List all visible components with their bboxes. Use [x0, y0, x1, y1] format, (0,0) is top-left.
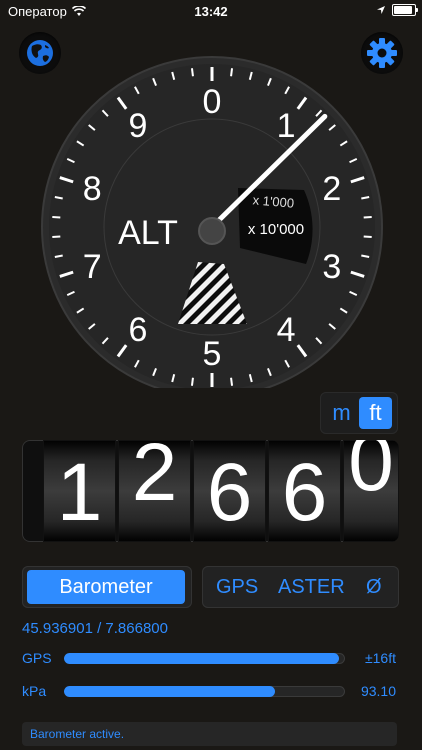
minor-tick [363, 215, 372, 219]
digit-drum-4: 6 [268, 440, 341, 542]
minor-tick [190, 68, 194, 77]
dial-number-6: 6 [128, 311, 147, 349]
minor-tick [52, 235, 61, 239]
gps-label: GPS [22, 650, 52, 666]
coordinates-text: 45.936901 / 7.866800 [22, 620, 168, 637]
minor-tick [230, 377, 234, 386]
minor-tick [363, 235, 372, 239]
unit-meters-button[interactable]: m [325, 397, 358, 429]
dial-number-3: 3 [322, 248, 341, 286]
digit-4: 6 [281, 447, 328, 538]
pressure-value: 93.10 [360, 683, 396, 699]
digit-1: 1 [56, 447, 103, 538]
digit-drum-3: 6 [193, 440, 266, 542]
dial-number-9: 9 [128, 107, 147, 145]
unit-toggle: m ft [320, 392, 398, 434]
multiplier-b-label: x 10'000 [248, 221, 304, 238]
location-arrow-icon [377, 6, 385, 14]
minor-tick [230, 68, 234, 77]
altimeter-gauge: 0123456789 x 1'000 x 10'000 ALT [41, 56, 383, 388]
digit-drum-1: 1 [43, 440, 116, 542]
digit-5: 0 [348, 440, 394, 508]
needle-hub [198, 217, 226, 245]
status-time: 13:42 [194, 4, 228, 19]
dial-number-1: 1 [277, 107, 296, 145]
status-bar: Оператор 13:42 [0, 0, 422, 22]
none-button[interactable]: Ø [366, 576, 382, 599]
battery-icon [392, 4, 418, 16]
digit-2: 2 [131, 440, 178, 518]
minor-tick [52, 215, 61, 219]
source-other-group: GPS ASTER Ø [202, 566, 399, 608]
aster-button[interactable]: ASTER [278, 576, 345, 599]
dial-number-4: 4 [277, 311, 296, 349]
pressure-bar [64, 686, 345, 697]
unit-feet-button[interactable]: ft [359, 397, 392, 429]
gps-button[interactable]: GPS [216, 576, 258, 599]
pressure-fill [64, 686, 275, 697]
gps-accuracy-fill [64, 653, 340, 664]
altitude-odometer: 1 2 6 6 0 [22, 440, 399, 542]
gps-accuracy-bar [64, 653, 345, 664]
gauge-label: ALT [118, 214, 178, 252]
pressure-label: kPa [22, 683, 47, 699]
dial-number-2: 2 [322, 170, 341, 208]
status-right [376, 4, 418, 16]
digit-drum-5: 0 [343, 440, 399, 542]
dial-number-7: 7 [83, 248, 102, 286]
source-barometer-group: Barometer [22, 566, 192, 608]
barometer-button[interactable]: Barometer [27, 570, 185, 604]
digit-drum-2: 2 [118, 440, 191, 542]
status-message: Barometer active. [22, 722, 397, 746]
gps-accuracy-value: ±16ft [364, 650, 396, 666]
dial-number-8: 8 [83, 170, 102, 208]
dial-number-5: 5 [203, 335, 222, 373]
digit-3: 6 [206, 447, 253, 538]
minor-tick [190, 377, 194, 386]
dial-number-0: 0 [203, 83, 222, 121]
